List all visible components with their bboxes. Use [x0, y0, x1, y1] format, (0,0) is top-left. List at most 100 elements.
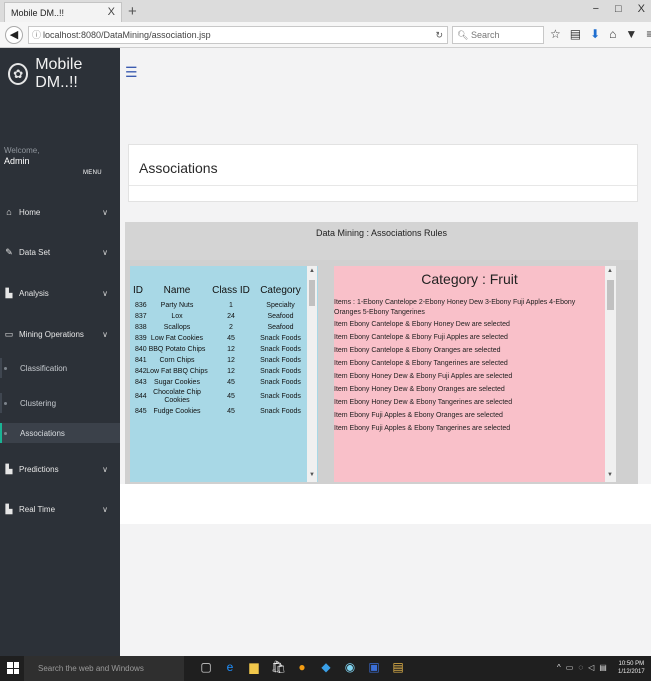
- rule-line: Item Ebony Cantelope & Ebony Honey Dew a…: [334, 321, 510, 328]
- table-row: 843 Sugar Cookies 45 Snack Foods: [130, 377, 307, 388]
- rule-line: Item Ebony Honey Dew & Ebony Fuji Apples…: [334, 373, 513, 380]
- app-icon[interactable]: ◆: [319, 660, 333, 674]
- cell-category: Snack Foods: [260, 378, 301, 386]
- search-placeholder: Search: [470, 30, 500, 40]
- sidebar-subitem-label: Classification: [20, 363, 68, 373]
- maximize-button[interactable]: □: [615, 3, 622, 15]
- content-footer-strip: [120, 484, 651, 524]
- app-icon[interactable]: ▤: [391, 660, 405, 674]
- cell-id: 842: [135, 367, 147, 375]
- browser-tab[interactable]: Mobile DM..!! X: [4, 2, 122, 22]
- tab-title: Mobile DM..!!: [11, 7, 65, 18]
- table-row: 838 Scallops 2 Seafood: [130, 322, 307, 333]
- page-title: Associations: [139, 160, 218, 176]
- chart-icon: ▙: [5, 503, 13, 514]
- hamburger-menu-icon[interactable]: ☰: [125, 64, 138, 81]
- firefox-icon[interactable]: ●: [295, 660, 309, 674]
- cell-id: 837: [135, 312, 147, 320]
- sidebar-subitem-classification[interactable]: Classification: [0, 358, 120, 378]
- scroll-up-icon[interactable]: ▲: [309, 268, 315, 274]
- sidebar-item-home[interactable]: ⌂ Home ∨: [0, 201, 120, 223]
- taskbar-clock[interactable]: 10:50 PM 1/12/2017: [618, 660, 645, 676]
- menu-icon[interactable]: ≡: [646, 27, 651, 41]
- volume-icon[interactable]: ◁: [588, 663, 594, 672]
- scroll-down-icon[interactable]: ▼: [309, 472, 315, 478]
- task-view-icon[interactable]: ▢: [199, 660, 213, 674]
- brand[interactable]: ✿ Mobile DM..!!: [0, 48, 120, 100]
- reload-icon[interactable]: ↻: [435, 27, 443, 43]
- store-icon[interactable]: 🛍︎: [271, 660, 286, 674]
- rules-panel-header: Data Mining : Associations Rules: [125, 222, 638, 260]
- category-title: Category : Fruit: [421, 271, 518, 287]
- windows-start-icon[interactable]: [7, 662, 19, 674]
- sidebar-item-data-set[interactable]: ✎ Data Set ∨: [0, 241, 120, 263]
- sidebar-item-mining-operations[interactable]: ▭ Mining Operations ∨: [0, 323, 120, 345]
- scrollbar-thumb[interactable]: [607, 280, 614, 310]
- chevron-up-icon[interactable]: ^: [557, 663, 561, 672]
- back-button[interactable]: ◀: [5, 26, 23, 44]
- download-icon[interactable]: ⬇: [590, 27, 600, 41]
- sidebar-item-predictions[interactable]: ▙ Predictions ∨: [0, 458, 120, 480]
- taskbar-search-input[interactable]: Search the web and Windows: [24, 656, 184, 681]
- scroll-down-icon[interactable]: ▼: [607, 472, 613, 478]
- reader-icon[interactable]: ▤: [570, 27, 581, 41]
- sidebar-subitem-associations[interactable]: Associations: [0, 423, 120, 443]
- sidebar-subitem-label: Associations: [20, 428, 65, 438]
- chevron-down-icon: ∨: [102, 329, 108, 339]
- cell-id: 840: [135, 345, 147, 353]
- home-icon[interactable]: ⌂: [609, 27, 616, 41]
- clock-time: 10:50 PM: [618, 661, 645, 667]
- cell-name: Fudge Cookies: [153, 407, 201, 415]
- brand-name: Mobile DM..!!: [35, 56, 83, 91]
- app-icon[interactable]: ▣: [367, 660, 381, 674]
- info-icon[interactable]: ⓘ: [32, 27, 41, 43]
- notification-icon[interactable]: ▤: [599, 663, 607, 672]
- sidebar-subitem-label: Clustering: [20, 398, 57, 408]
- battery-icon[interactable]: ▭: [566, 663, 574, 672]
- table-row: 842 Low Fat BBQ Chips 12 Snack Foods: [130, 366, 307, 377]
- scrollbar-thumb[interactable]: [309, 280, 315, 306]
- rule-line: Item Ebony Cantelope & Ebony Oranges are…: [334, 347, 501, 354]
- taskbar-search-text: Search the web and Windows: [38, 664, 144, 673]
- edge-icon[interactable]: e: [223, 660, 237, 674]
- sidebar-item-real-time[interactable]: ▙ Real Time ∨: [0, 498, 120, 520]
- home-icon: ⌂: [6, 207, 12, 217]
- network-icon[interactable]: ◌: [578, 663, 583, 672]
- cell-class-id: 45: [227, 334, 235, 342]
- minimize-button[interactable]: −: [593, 3, 599, 15]
- new-tab-button[interactable]: +: [128, 2, 137, 22]
- products-scrollbar[interactable]: ▲ ▼: [307, 266, 317, 482]
- sidebar-item-analysis[interactable]: ▙ Analysis ∨: [0, 282, 120, 304]
- products-table: ID Name Class ID Category 836 Party Nuts…: [130, 270, 307, 417]
- window-controls: − □ X: [593, 3, 645, 15]
- clock-date: 1/12/2017: [618, 669, 645, 675]
- search-input[interactable]: 🔍︎ Search: [452, 26, 544, 44]
- rule-line: Item Ebony Fuji Apples & Ebony Oranges a…: [334, 412, 503, 419]
- file-explorer-icon[interactable]: ▆: [247, 660, 261, 674]
- cell-name: Lox: [171, 312, 183, 320]
- windows-taskbar: Search the web and Windows ▢ e ▆ 🛍︎ ● ◆ …: [0, 656, 651, 681]
- table-row: 840 BBQ Potato Chips 12 Snack Foods: [130, 344, 307, 355]
- chevron-down-icon: ∨: [102, 247, 108, 257]
- scroll-up-icon[interactable]: ▲: [607, 268, 613, 274]
- star-icon[interactable]: ☆: [550, 27, 561, 41]
- cell-class-id: 45: [227, 378, 235, 386]
- taskbar-pinned-apps: ▢ e ▆ 🛍︎ ● ◆ ◉ ▣ ▤: [199, 660, 405, 674]
- rule-line: Item Ebony Cantelope & Ebony Tangerines …: [334, 360, 508, 367]
- sidebar-item-label: Predictions: [19, 464, 59, 474]
- rule-line: Item Ebony Honey Dew & Ebony Tangerines …: [334, 399, 513, 406]
- close-window-button[interactable]: X: [638, 3, 645, 15]
- sidebar-subitem-clustering[interactable]: Clustering: [0, 393, 120, 413]
- cell-class-id: 12: [227, 367, 235, 375]
- app-icon[interactable]: ◉: [343, 660, 357, 674]
- chart-icon: ▙: [5, 287, 13, 298]
- cell-id: 843: [135, 378, 147, 386]
- pocket-icon[interactable]: ▼: [625, 27, 637, 41]
- sidebar-item-label: Analysis: [19, 288, 49, 298]
- category-scrollbar[interactable]: ▲ ▼: [605, 266, 616, 482]
- url-input[interactable]: ⓘ localhost:8080/DataMining/association.…: [28, 26, 448, 44]
- system-tray: ^ ▭ ◌ ◁ ▤: [557, 663, 607, 672]
- cell-name: Party Nuts: [160, 301, 194, 309]
- top-bar: ☰: [120, 48, 651, 100]
- tab-close-icon[interactable]: X: [108, 6, 115, 18]
